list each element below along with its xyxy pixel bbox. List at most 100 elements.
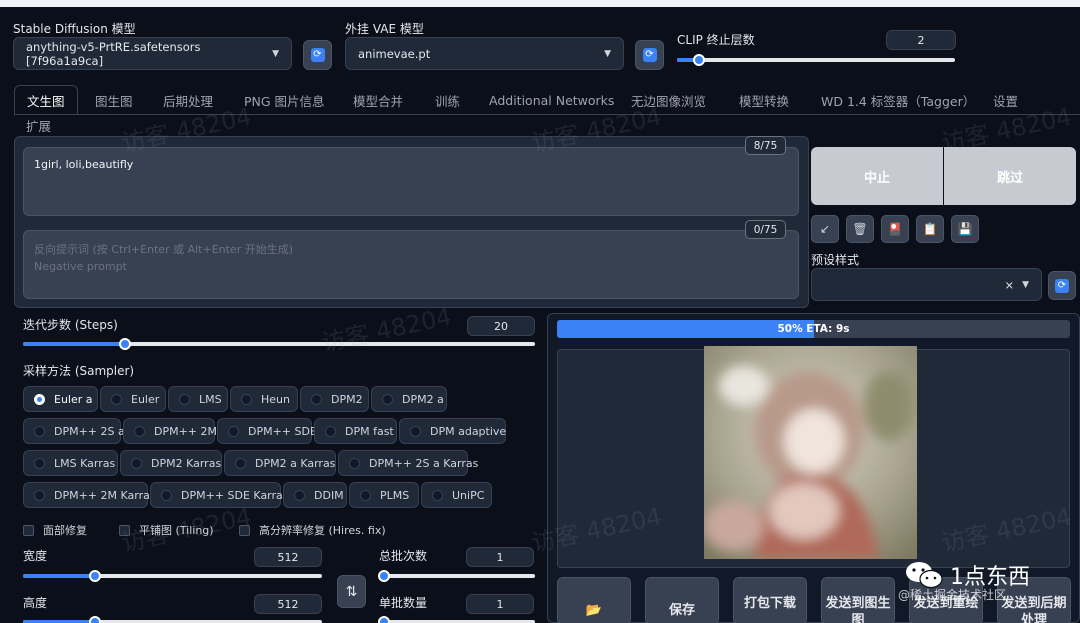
sampler-option[interactable]: Euler [100,386,166,412]
sampler-option-label: DPM++ SDE Karras [181,488,289,502]
positive-prompt-input[interactable]: 1girl, loli,beautifly [23,147,799,216]
radio-dot [34,393,45,405]
zip-download-button[interactable]: 打包下载 [733,577,807,623]
radio-dot [325,425,336,437]
batch-size-input[interactable]: 1 [466,594,534,614]
sd-model-dropdown[interactable]: anything-v5-PrtRE.safetensors [7f96a1a9c… [13,37,292,70]
sampler-option[interactable]: DPM++ 2S a [23,418,125,444]
radio-dot [241,393,252,405]
sampler-option[interactable]: DPM++ SDE Karras [150,482,289,508]
sampler-option-label: Euler a [54,392,93,406]
negative-prompt-input[interactable]: 反向提示词 (按 Ctrl+Enter 或 Alt+Enter 开始生成) Ne… [23,230,799,299]
top-border [0,0,1080,7]
sampler-option[interactable]: DPM2 a Karras [224,450,336,476]
slider-thumb[interactable] [377,570,390,582]
styles-dropdown[interactable]: × ▼ [811,268,1042,301]
sampler-option[interactable]: DPM2 a [371,386,447,412]
tab-png-info[interactable]: PNG 图片信息 [244,85,325,115]
save-style-icon[interactable]: 💾 [951,215,979,243]
clipboard-icon[interactable]: 📋 [916,215,944,243]
slider-thumb[interactable] [377,616,390,623]
clear-icon[interactable]: × [1004,278,1014,292]
face-restore-label: 面部修复 [43,524,87,537]
sampler-option-label: UniPC [452,488,485,502]
positive-token-counter: 8/75 [745,136,786,155]
read-params-icon[interactable]: ↙ [811,215,839,243]
radio-dot [131,457,142,469]
refresh-styles-button[interactable]: ⟳ [1048,271,1076,300]
sampler-option[interactable]: DPM fast [314,418,397,444]
tab-extras[interactable]: 后期处理 [163,85,213,115]
vae-label: 外挂 VAE 模型 [345,22,424,36]
tab-checkpoint-merger[interactable]: 模型合并 [353,85,403,115]
swap-dimensions-button[interactable]: ⇅ [337,575,366,608]
radio-dot [410,425,421,437]
hires-fix-checkbox[interactable]: 高分辨率修复 (Hires. fix) [239,522,386,538]
sampler-option[interactable]: DPM++ 2M Karras [23,482,156,508]
refresh-models-button[interactable]: ⟳ [303,40,332,70]
sd-model-label: Stable Diffusion 模型 [13,22,136,36]
sampler-option[interactable]: DPM++ 2S a Karras [338,450,478,476]
width-input[interactable]: 512 [254,547,322,567]
sampler-option-label: DPM2 Karras [151,456,222,470]
skip-button[interactable]: 跳过 [944,147,1076,205]
sampler-option[interactable]: DPM2 [300,386,369,412]
steps-label: 迭代步数 (Steps) [23,318,118,332]
vae-dropdown[interactable]: animevae.pt ▼ [345,37,624,70]
refresh-icon: ⟳ [642,48,657,62]
slider-thumb[interactable] [119,338,132,350]
tab-image-browser[interactable]: 无边图像浏览 [631,85,706,115]
radio-dot [360,489,371,501]
sampler-option[interactable]: DDIM [283,482,347,508]
tiling-label: 平铺图 (Tiling) [139,524,214,537]
interrupt-button[interactable]: 中止 [811,147,943,205]
batch-count-input[interactable]: 1 [466,547,534,567]
width-slider[interactable] [23,570,322,582]
tab-model-converter[interactable]: 模型转换 [739,85,789,115]
save-button[interactable]: 保存 [645,577,719,623]
clip-skip-input[interactable]: 2 [886,30,956,50]
positive-prompt-text: 1girl, loli,beautifly [34,158,134,171]
clip-skip-label: CLIP 终止层数 [677,33,755,47]
tab-train[interactable]: 训练 [435,85,460,115]
open-folder-button[interactable]: 📂 [557,577,631,623]
sampler-option[interactable]: DPM++ 2M [123,418,217,444]
refresh-vae-button[interactable]: ⟳ [635,40,664,70]
sampler-option-label: DPM++ 2M Karras [54,488,156,502]
sampler-option[interactable]: DPM adaptive [399,418,506,444]
slider-thumb[interactable] [88,616,101,623]
chevron-down-icon: ▼ [1022,279,1029,290]
vae-value: animevae.pt [358,46,431,61]
clip-skip-slider[interactable] [677,54,955,66]
sampler-option[interactable]: LMS [168,386,228,412]
tab-img2img[interactable]: 图生图 [95,85,133,115]
height-input[interactable]: 512 [254,594,322,614]
tab-settings[interactable]: 设置 [993,85,1018,115]
sampler-option[interactable]: Heun [230,386,298,412]
trash-icon[interactable]: 🗑 [846,215,874,243]
sd-model-value: anything-v5-PrtRE.safetensors [7f96a1a9c… [26,39,201,68]
send-to-img2img-button[interactable]: 发送到图生图 [821,577,895,623]
sampler-option[interactable]: Euler a [23,386,98,412]
brand-subtitle: @稀土掘金技术社区 [898,588,1007,602]
steps-slider[interactable] [23,338,535,350]
tab-extensions[interactable]: 扩展 [26,111,51,139]
progress-bar: 50% ETA: 9s [557,320,1070,338]
tiling-checkbox[interactable]: 平铺图 (Tiling) [119,522,214,538]
tab-tagger[interactable]: WD 1.4 标签器（Tagger） [821,85,975,115]
negative-placeholder-en: Negative prompt [34,260,127,273]
steps-input[interactable]: 20 [467,316,535,336]
radio-dot [34,425,45,437]
sampler-option[interactable]: DPM++ SDE [217,418,317,444]
face-restore-checkbox[interactable]: 面部修复 [23,522,87,538]
tab-additional-networks[interactable]: Additional Networks [489,85,614,115]
preview-image[interactable] [704,346,917,559]
extra-networks-icon[interactable]: 🎴 [881,215,909,243]
sampler-option[interactable]: PLMS [349,482,419,508]
sampler-option[interactable]: DPM2 Karras [120,450,222,476]
sampler-option[interactable]: UniPC [421,482,492,508]
sampler-option[interactable]: LMS Karras [23,450,118,476]
batch-count-slider[interactable] [377,570,535,582]
slider-thumb[interactable] [693,54,706,66]
slider-thumb[interactable] [88,570,101,582]
